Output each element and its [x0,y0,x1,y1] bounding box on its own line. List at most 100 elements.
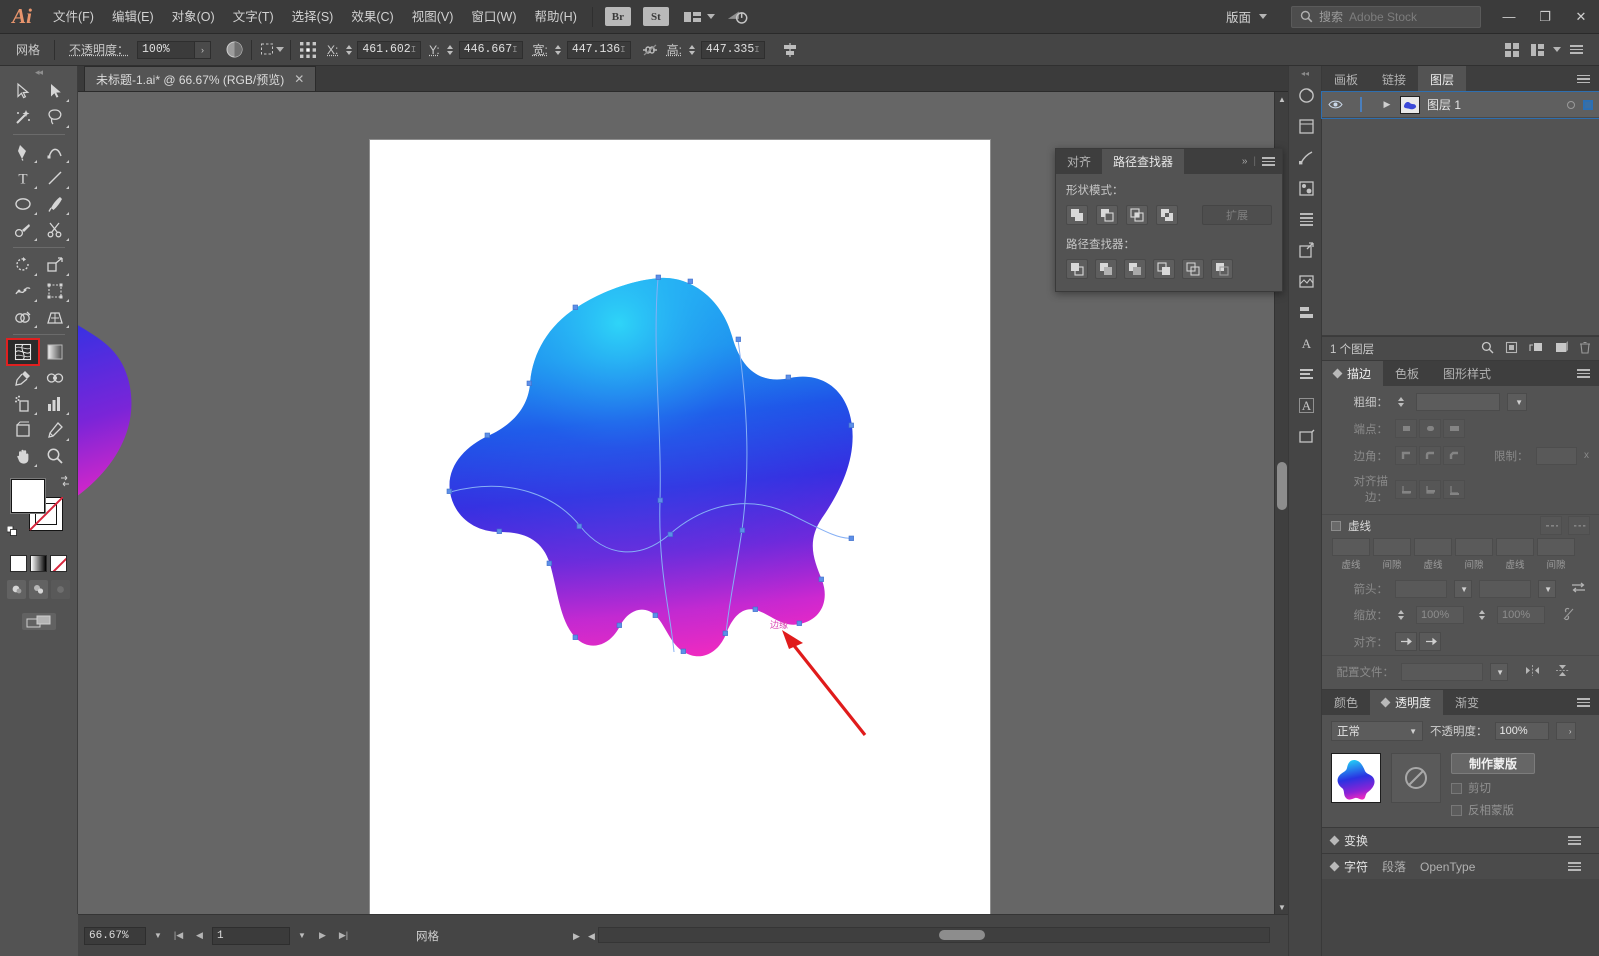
align-outside-stroke-button[interactable] [1443,480,1465,499]
height-stepper[interactable] [687,41,698,59]
profile-select[interactable] [1401,663,1483,681]
panel-tab-transparency[interactable]: 透明度 [1370,690,1443,715]
new-layer-icon[interactable] [1555,341,1568,357]
arrange-documents-button[interactable] [683,10,715,24]
arrowhead-end-select[interactable] [1479,580,1531,598]
rail-symbols-icon[interactable] [1289,173,1323,204]
scissors-tool[interactable] [39,217,71,243]
make-sublayer-icon[interactable] [1505,341,1518,357]
width-input[interactable]: 447.136 I [567,41,631,59]
mask-thumbnail[interactable] [1391,753,1441,803]
rail-asset-export-icon[interactable] [1289,235,1323,266]
new-sublayer-icon[interactable] [1529,341,1544,357]
clip-checkbox-row[interactable]: 剪切 [1451,780,1535,796]
rail-collapse-button[interactable]: ◂◂ [1289,66,1321,80]
butt-cap-button[interactable] [1395,419,1417,438]
opacity-options-button[interactable]: › [1556,722,1576,740]
line-segment-tool[interactable] [39,165,71,191]
invert-mask-checkbox-row[interactable]: 反相蒙版 [1451,802,1535,818]
rail-paragraph-icon[interactable] [1289,359,1323,390]
stock-search-input[interactable]: 搜索 Adobe Stock [1291,6,1481,28]
perspective-grid-tool[interactable] [39,304,71,330]
toolbar-grip[interactable]: ◂◂ [0,66,77,78]
scale-start-input[interactable]: 100% [1416,606,1464,624]
draw-behind-button[interactable] [29,580,48,599]
menu-select[interactable]: 选择(S) [283,0,343,34]
rail-brushes-icon[interactable] [1289,142,1323,173]
layers-panel-menu-button[interactable] [1577,66,1599,92]
document-tab[interactable]: 未标题-1.ai* @ 66.67% (RGB/预览) ✕ [84,66,316,91]
mobile-sync-icon[interactable] [727,6,749,28]
round-join-button[interactable] [1419,446,1441,465]
last-artboard-button[interactable]: ▶| [335,927,352,945]
panel-paragraph[interactable]: 段落 [1382,858,1406,875]
x-stepper[interactable] [343,41,354,59]
rail-libraries-icon[interactable] [1289,111,1323,142]
scroll-down-icon[interactable]: ▼ [1275,900,1288,914]
artboard-tool[interactable] [7,417,39,443]
clip-checkbox[interactable] [1451,783,1462,794]
panel-transform[interactable]: 变换 [1322,827,1599,853]
scale-end-input[interactable]: 100% [1497,606,1545,624]
bridge-button[interactable]: Br [605,7,631,26]
swap-arrowheads-icon[interactable] [1571,581,1586,597]
pathfinder-trim-button[interactable] [1095,259,1117,279]
scale-start-stepper[interactable] [1395,606,1406,624]
layer-selection-indicator[interactable] [1583,100,1593,110]
zoom-level-input[interactable]: 66.67% [84,927,146,945]
default-fill-stroke-icon[interactable] [7,526,18,537]
height-input[interactable]: 447.335 I [701,41,765,59]
pathfinder-crop-button[interactable] [1153,259,1175,279]
panel-tab-pathfinder[interactable]: 路径查找器 [1102,149,1184,174]
weight-dropdown-button[interactable]: ▼ [1507,393,1527,411]
transparency-panel-menu-button[interactable] [1577,690,1599,715]
panel-tab-graphic-styles[interactable]: 图形样式 [1431,361,1503,386]
rail-glyphs-icon[interactable]: A [1289,390,1323,421]
opacity-input[interactable]: 100% [137,41,195,59]
rail-color-guide-icon[interactable] [1289,80,1323,111]
dash-input-2[interactable] [1414,538,1452,556]
panel-tab-layers[interactable]: 图层 [1418,66,1466,92]
pathfinder-minus-front-button[interactable] [1096,205,1118,225]
shape-builder-tool[interactable] [7,304,39,330]
panel-tab-color[interactable]: 颜色 [1322,690,1370,715]
align-center-stroke-button[interactable] [1395,480,1417,499]
menu-effect[interactable]: 效果(C) [342,0,402,34]
column-graph-tool[interactable] [39,391,71,417]
layer-expand-toggle[interactable]: ▶ [1374,92,1400,118]
reference-point-selector[interactable] [297,39,319,61]
link-arrow-scales-icon[interactable] [1562,607,1575,624]
pathfinder-unite-button[interactable] [1066,205,1088,225]
character-panel-menu-button[interactable] [1568,862,1590,871]
horizontal-scroll-thumb[interactable] [939,930,985,940]
dash-input-3[interactable] [1496,538,1534,556]
lock-proportions-button[interactable] [639,39,661,61]
menu-object[interactable]: 对象(O) [163,0,224,34]
scroll-up-icon[interactable]: ▲ [1275,92,1288,106]
status-collapse-icon[interactable]: ◀ [583,927,600,945]
invert-mask-checkbox[interactable] [1451,805,1462,816]
x-input[interactable]: 461.602 I [357,41,421,59]
opacity-gradient-icon[interactable] [223,39,245,61]
align-inside-stroke-button[interactable] [1419,480,1441,499]
layers-list[interactable]: ▶ 图层 1 [1322,92,1599,336]
menu-help[interactable]: 帮助(H) [526,0,586,34]
arrowhead-end-dropdown-icon[interactable]: ▼ [1538,580,1556,598]
draw-inside-button[interactable] [51,580,70,599]
arrange-panel-button[interactable] [1527,39,1549,61]
ellipse-tool[interactable] [7,191,39,217]
blend-tool[interactable] [39,365,71,391]
flip-along-icon[interactable] [1525,664,1540,680]
profile-dropdown-icon[interactable]: ▼ [1490,663,1508,681]
first-artboard-button[interactable]: |◀ [170,927,187,945]
swap-fill-stroke-icon[interactable] [59,475,71,487]
limit-input[interactable] [1536,447,1578,465]
place-arrow-at-end-button[interactable] [1419,632,1441,651]
next-artboard-button[interactable]: ▶ [314,927,331,945]
pathfinder-divide-button[interactable] [1066,259,1088,279]
make-mask-button[interactable]: 制作蒙版 [1451,753,1535,774]
menu-view[interactable]: 视图(V) [403,0,463,34]
direct-selection-tool[interactable] [39,78,71,104]
pathfinder-intersect-button[interactable] [1126,205,1148,225]
rail-type-icon[interactable]: A [1289,328,1323,359]
